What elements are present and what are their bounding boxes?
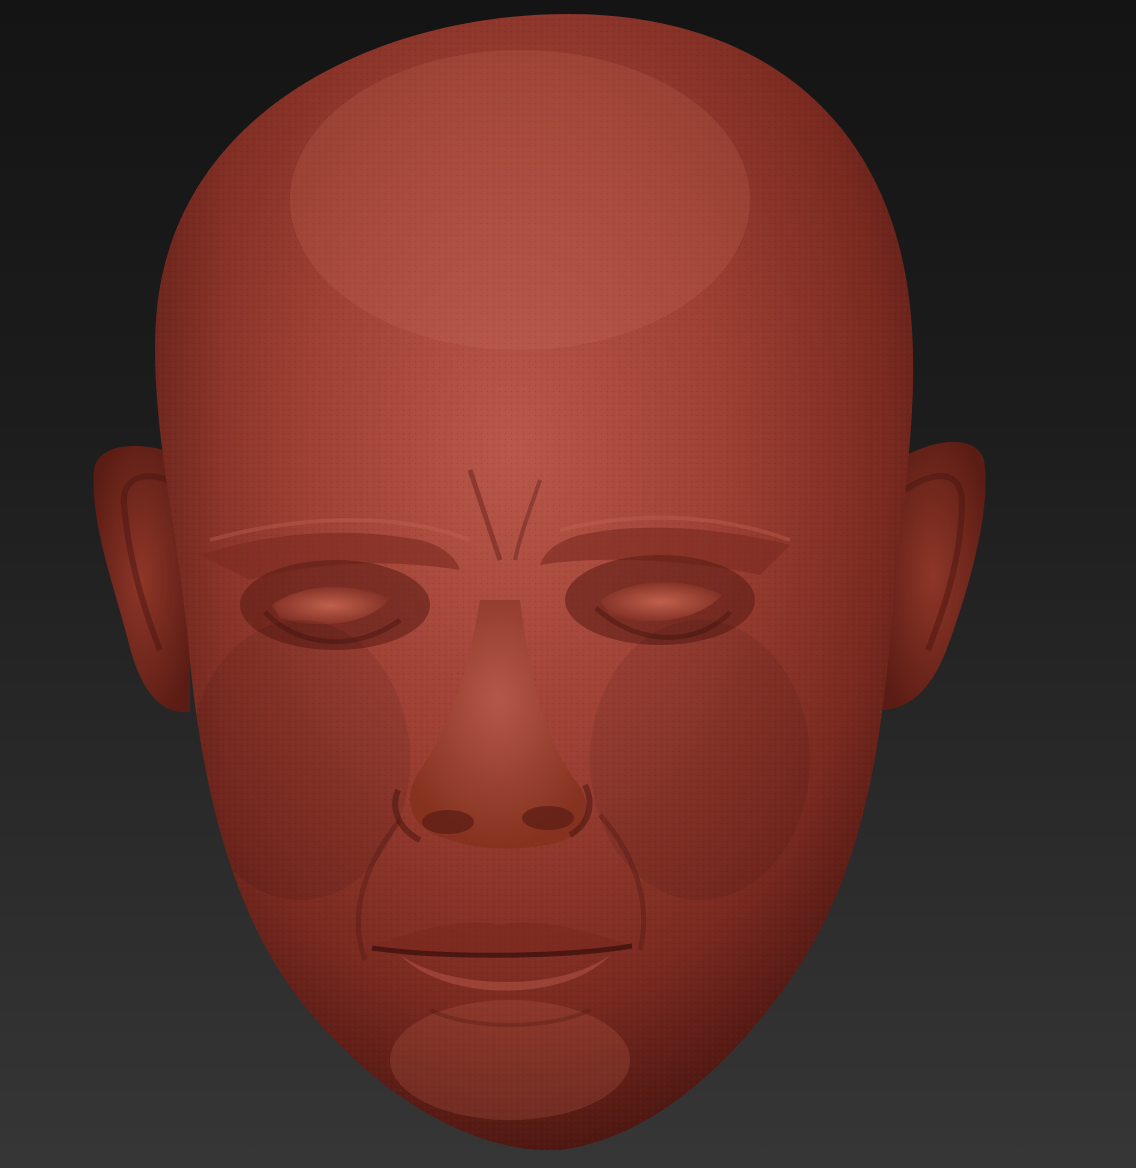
chin <box>390 1000 630 1120</box>
head-sculpt-render <box>93 14 986 1151</box>
left-nostril <box>422 810 474 834</box>
right-nostril <box>522 806 574 830</box>
sculpt-viewport[interactable] <box>0 0 1136 1168</box>
